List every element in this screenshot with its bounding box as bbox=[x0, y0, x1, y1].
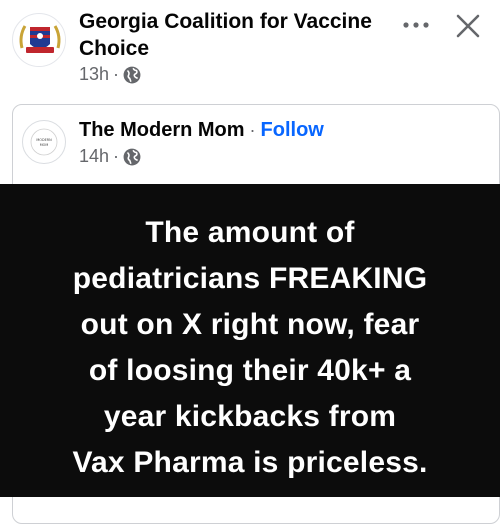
close-icon bbox=[456, 14, 480, 38]
more-options-button[interactable] bbox=[398, 10, 434, 40]
page-avatar[interactable] bbox=[12, 13, 66, 67]
image-text-line: year kickbacks from bbox=[103, 400, 397, 433]
globe-icon bbox=[123, 148, 141, 165]
image-text-line: The amount of bbox=[145, 216, 355, 249]
follow-button[interactable]: Follow bbox=[261, 117, 324, 143]
shared-page-avatar[interactable]: MODERN MOM bbox=[22, 120, 66, 164]
shared-post-timestamp[interactable]: 14h bbox=[79, 146, 109, 167]
meta-separator: · bbox=[113, 146, 120, 166]
meta-separator: · bbox=[113, 64, 120, 84]
close-button[interactable] bbox=[448, 6, 488, 46]
post-timestamp[interactable]: 13h bbox=[79, 64, 109, 85]
name-separator: · bbox=[249, 120, 256, 140]
globe-icon bbox=[123, 66, 141, 83]
more-options-icon bbox=[403, 22, 429, 28]
shared-post-header: The Modern Mom · Follow bbox=[79, 117, 324, 143]
post-image-text: The amount of pediatricians FREAKING out… bbox=[0, 210, 500, 486]
image-text-line: out on X right now, fear bbox=[80, 308, 420, 341]
page-name[interactable]: Georgia Coalition for Vaccine Choice bbox=[79, 8, 389, 62]
post-header: Georgia Coalition for Vaccine Choice 13h… bbox=[0, 0, 500, 100]
image-text-line: pediatricians FREAKING bbox=[72, 262, 428, 295]
post-meta: 13h · bbox=[79, 64, 141, 85]
logo-lettering: MODERN bbox=[36, 138, 52, 142]
image-text-line: Vax Pharma is priceless. bbox=[72, 446, 428, 479]
image-text-line: of loosing their 40k+ a bbox=[88, 354, 412, 387]
shared-page-name[interactable]: The Modern Mom bbox=[79, 117, 245, 143]
coalition-logo-icon bbox=[14, 15, 65, 66]
shared-post-meta: 14h · bbox=[79, 146, 141, 167]
modern-mom-logo-icon: MODERN MOM bbox=[25, 123, 63, 161]
svg-text:MOM: MOM bbox=[40, 143, 49, 147]
